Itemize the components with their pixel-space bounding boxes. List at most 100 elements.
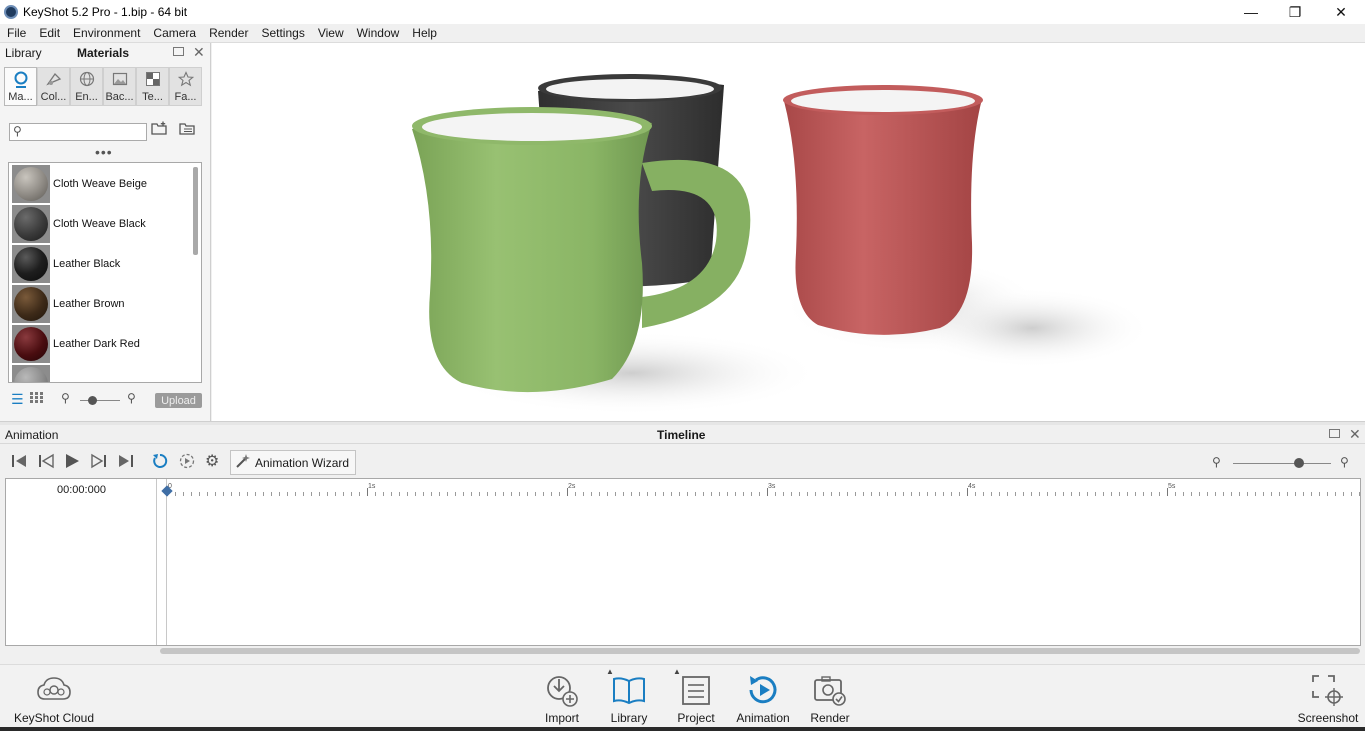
tab-backplates[interactable]: Bac... xyxy=(103,67,136,106)
library-panel-title: Materials xyxy=(77,46,130,60)
tab-textures[interactable]: Te... xyxy=(136,67,169,106)
material-thumbnail xyxy=(12,205,50,243)
timeline-horizontal-scrollbar[interactable] xyxy=(160,648,1360,654)
float-panel-icon[interactable] xyxy=(173,47,184,56)
loop-icon[interactable] xyxy=(151,452,169,476)
import-label: Import xyxy=(544,711,579,725)
timeline-ruler[interactable]: 0 1s 2s 3s 4s 5s xyxy=(167,479,1361,503)
animation-label: Animation xyxy=(736,711,790,725)
timeline-zoom-slider-handle[interactable] xyxy=(1294,458,1304,468)
textures-icon xyxy=(145,71,161,89)
import-icon xyxy=(540,671,584,709)
thumbnail-size-slider-handle[interactable] xyxy=(88,396,97,405)
cloud-icon xyxy=(32,671,76,709)
menu-window[interactable]: Window xyxy=(350,26,406,40)
ruler-label: 3s xyxy=(768,483,776,490)
menu-settings[interactable]: Settings xyxy=(254,26,310,40)
wizard-icon xyxy=(235,453,251,472)
keyshot-cloud-button[interactable]: KeyShot Cloud xyxy=(12,665,96,728)
menu-render[interactable]: Render xyxy=(202,26,254,40)
close-panel-icon[interactable]: ✕ xyxy=(1349,426,1361,443)
window-title: KeyShot 5.2 Pro - 1.bip - 64 bit xyxy=(23,5,188,19)
menu-edit[interactable]: Edit xyxy=(32,26,66,40)
render-viewport[interactable] xyxy=(212,43,1365,421)
menu-help[interactable]: Help xyxy=(405,26,443,40)
animation-button[interactable]: Animation xyxy=(734,665,792,728)
skip-to-start-icon[interactable] xyxy=(10,452,28,476)
add-folder-icon[interactable] xyxy=(151,121,168,139)
keyshot-logo-icon xyxy=(4,5,18,19)
float-panel-icon[interactable] xyxy=(1329,429,1340,438)
tab-favorites[interactable]: Fa... xyxy=(169,67,202,106)
grid-view-icon[interactable] xyxy=(30,391,43,407)
list-item[interactable]: Cloth Weave Black xyxy=(12,204,190,244)
folder-options-icon[interactable] xyxy=(179,121,196,139)
thumbnail-size-slider[interactable] xyxy=(80,400,120,401)
tab-label: Te... xyxy=(142,91,163,103)
keyshot-cloud-label: KeyShot Cloud xyxy=(13,711,95,725)
animation-panel-label: Animation xyxy=(5,428,59,442)
menu-environment[interactable]: Environment xyxy=(66,26,146,40)
material-list-scrollbar[interactable] xyxy=(193,167,198,255)
tab-colors[interactable]: Col... xyxy=(37,67,70,106)
search-icon: ⚲ xyxy=(13,124,22,138)
ping-pong-icon[interactable] xyxy=(178,452,196,476)
list-item[interactable]: Leather Black xyxy=(12,244,190,284)
library-search-input[interactable] xyxy=(26,125,144,139)
step-back-icon[interactable] xyxy=(37,452,55,476)
close-window-button[interactable]: ✕ xyxy=(1318,0,1364,24)
skip-to-end-icon[interactable] xyxy=(117,452,135,476)
upload-button[interactable]: Upload xyxy=(155,393,202,408)
play-icon[interactable] xyxy=(63,452,81,476)
zoom-in-icon[interactable]: ⚲ xyxy=(127,391,136,405)
menu-file[interactable]: File xyxy=(0,26,32,40)
library-label: Library xyxy=(610,711,648,725)
zoom-out-icon[interactable]: ⚲ xyxy=(61,391,70,405)
library-panel: Library Materials ✕ Ma... Col... En... B… xyxy=(0,43,211,421)
render-button[interactable]: Render xyxy=(808,665,852,728)
material-thumbnail xyxy=(12,365,50,382)
gear-icon[interactable]: ⚙ xyxy=(205,452,219,472)
tab-label: En... xyxy=(75,91,98,103)
list-item[interactable]: Leather Dark Red xyxy=(12,324,190,364)
import-button[interactable]: Import xyxy=(540,665,584,728)
timeline-zoom-out-icon[interactable]: ⚲ xyxy=(1212,455,1221,469)
timeline-area[interactable]: 00:00:000 0 1s 2s 3s 4s 5s xyxy=(5,478,1361,646)
minimize-button[interactable]: — xyxy=(1228,0,1274,24)
screenshot-button[interactable]: Screenshot xyxy=(1296,665,1360,728)
more-options-icon[interactable]: ••• xyxy=(95,145,113,159)
timeline-zoom-in-icon[interactable]: ⚲ xyxy=(1340,455,1349,469)
step-forward-icon[interactable] xyxy=(90,452,108,476)
library-footer: ☰ ⚲ ⚲ Upload xyxy=(0,391,211,411)
library-panel-header: Library Materials ✕ xyxy=(0,43,210,63)
project-icon xyxy=(674,671,718,709)
menu-bar: File Edit Environment Camera Render Sett… xyxy=(0,24,1365,43)
list-item[interactable]: Leather Brown xyxy=(12,284,190,324)
animation-wizard-button[interactable]: Animation Wizard xyxy=(230,450,356,475)
menu-view[interactable]: View xyxy=(311,26,350,40)
material-name: Cloth Weave Beige xyxy=(53,178,147,190)
library-book-icon xyxy=(607,671,651,709)
maximize-button[interactable]: ❐ xyxy=(1272,0,1318,24)
menu-camera[interactable]: Camera xyxy=(146,26,202,40)
scene-render-image xyxy=(412,74,1152,415)
render-icon xyxy=(808,671,852,709)
screenshot-icon xyxy=(1306,671,1350,709)
tab-environments[interactable]: En... xyxy=(70,67,103,106)
library-search-box[interactable]: ⚲ xyxy=(9,123,147,141)
tab-label: Fa... xyxy=(174,91,197,103)
animation-toolbar: ⚙ Animation Wizard ⚲ ⚲ xyxy=(0,446,1365,478)
list-item-partial[interactable] xyxy=(12,364,190,382)
project-button[interactable]: Project xyxy=(674,665,718,728)
list-item[interactable]: Cloth Weave Beige xyxy=(12,164,190,204)
taskbar-edge xyxy=(0,727,1365,731)
close-panel-icon[interactable]: ✕ xyxy=(193,44,205,61)
environments-icon xyxy=(79,71,95,89)
timeline-zoom-slider[interactable] xyxy=(1233,463,1331,464)
list-view-icon[interactable]: ☰ xyxy=(11,391,24,408)
library-button[interactable]: Library xyxy=(607,665,651,728)
tab-materials[interactable]: Ma... xyxy=(4,67,37,106)
library-tabs: Ma... Col... En... Bac... Te... Fa... xyxy=(4,67,202,106)
material-thumbnail xyxy=(12,165,50,203)
ruler-label: 4s xyxy=(968,483,976,490)
